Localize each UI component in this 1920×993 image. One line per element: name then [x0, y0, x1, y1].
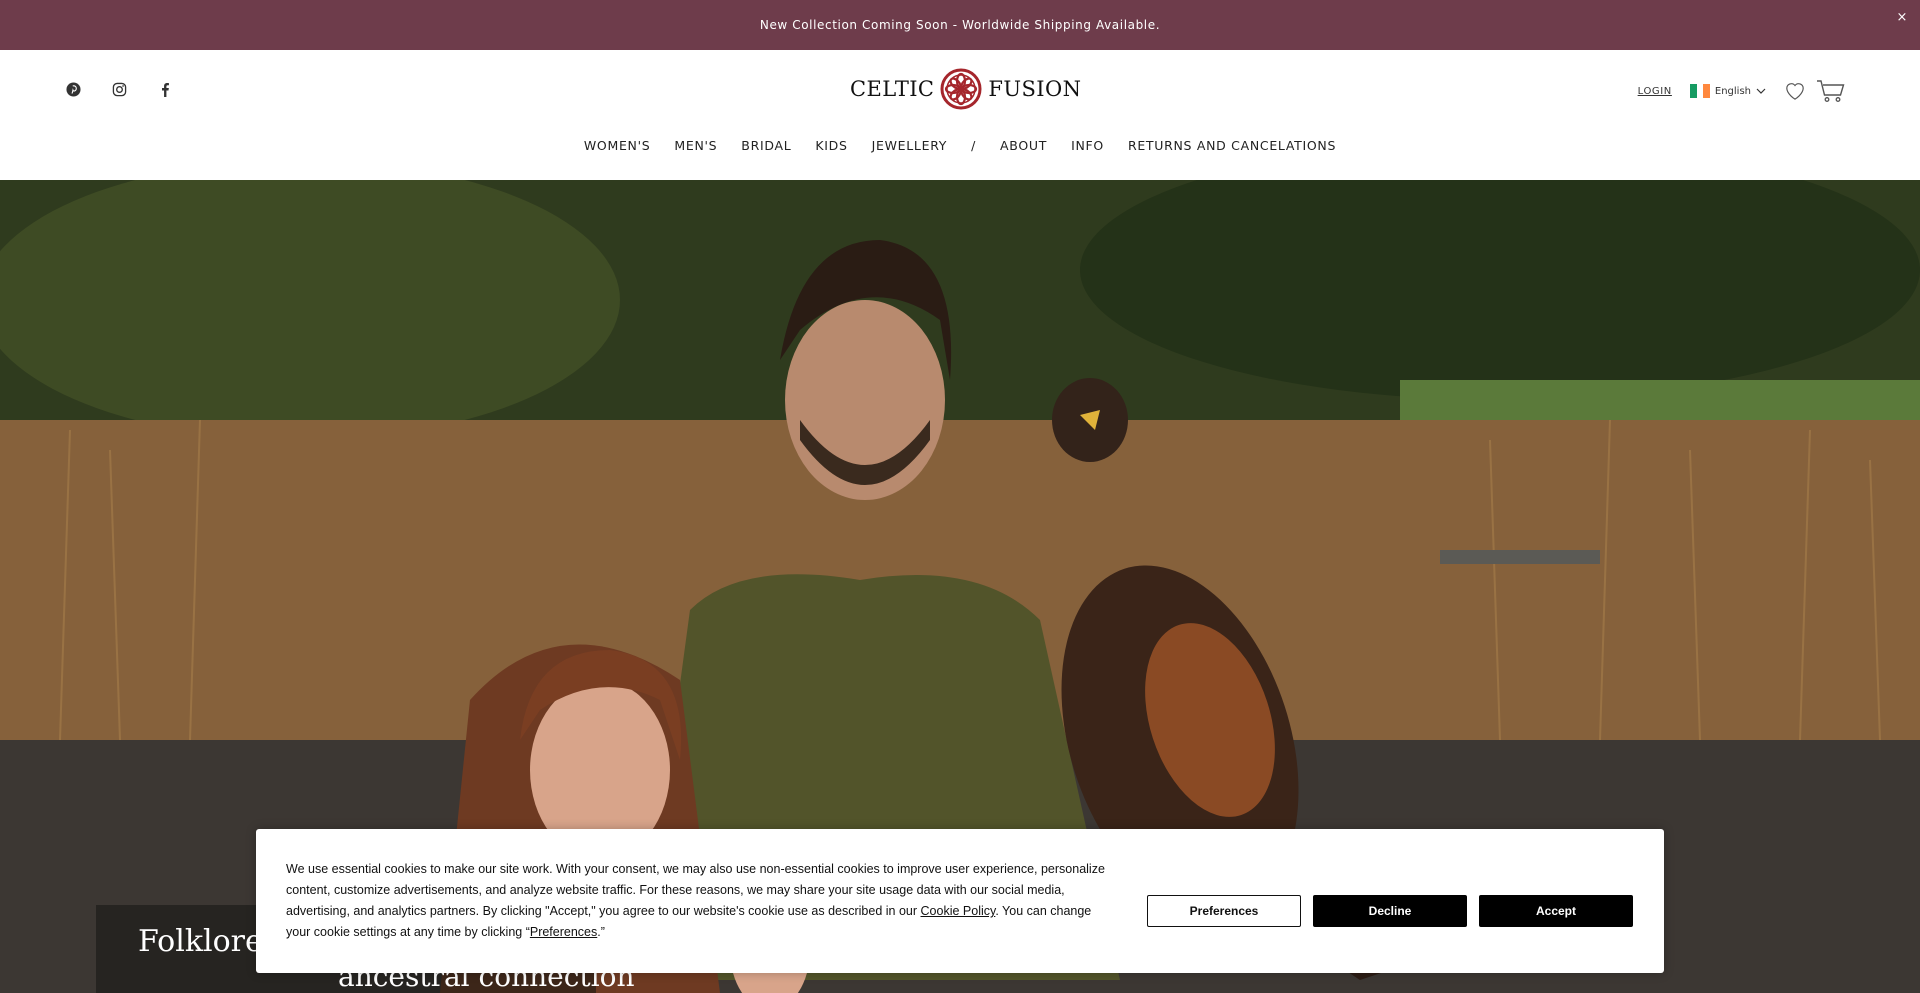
nav-separator: / [971, 138, 977, 153]
social-links [64, 80, 174, 98]
cookie-text: We use essential cookies to make our sit… [286, 859, 1116, 943]
announcement-bar: New Collection Coming Soon - Worldwide S… [0, 0, 1920, 50]
cart-icon[interactable] [1816, 79, 1846, 103]
celtic-knot-logo-icon [940, 68, 982, 110]
login-link[interactable]: LOGIN [1638, 86, 1672, 97]
cookie-banner: We use essential cookies to make our sit… [256, 829, 1664, 973]
nav-item-kids[interactable]: KIDS [803, 138, 859, 153]
nav-item-men-s[interactable]: MEN'S [662, 138, 729, 153]
header-utilities: LOGIN English [1638, 79, 1846, 103]
nav-item-jewellery[interactable]: JEWELLERY [860, 138, 960, 153]
ireland-flag-icon [1689, 84, 1710, 98]
nav-item-returns-and-cancelations[interactable]: RETURNS AND CANCELATIONS [1116, 138, 1348, 153]
cookie-text-part-3: .” [597, 925, 605, 939]
close-icon[interactable]: × [1897, 10, 1909, 25]
nav-item-women-s[interactable]: WOMEN'S [572, 138, 663, 153]
chevron-down-icon [1756, 88, 1766, 94]
preferences-button[interactable]: Preferences [1147, 895, 1301, 927]
logo-text-left: CELTIC [850, 77, 935, 101]
decline-button[interactable]: Decline [1313, 895, 1467, 927]
announcement-text: New Collection Coming Soon - Worldwide S… [759, 18, 1161, 32]
site-logo[interactable]: CELTIC FUSION [850, 68, 1081, 110]
preferences-link[interactable]: Preferences [530, 925, 597, 939]
cookie-policy-link[interactable]: Cookie Policy [921, 904, 996, 918]
pinterest-icon[interactable] [64, 80, 82, 98]
nav-item-bridal[interactable]: BRIDAL [729, 138, 803, 153]
language-selector[interactable]: English [1689, 84, 1766, 98]
logo-text-right: FUSION [988, 77, 1082, 101]
hero-title: Folklore [138, 924, 263, 959]
heart-icon[interactable] [1784, 81, 1806, 101]
facebook-icon[interactable] [156, 80, 174, 98]
instagram-icon[interactable] [110, 80, 128, 98]
site-header: CELTIC FUSION LOGIN English WOMEN'S MEN'… [0, 50, 1920, 180]
accept-button[interactable]: Accept [1479, 895, 1633, 927]
language-label: English [1714, 85, 1751, 97]
nav-item-about[interactable]: ABOUT [988, 138, 1059, 153]
main-nav: WOMEN'S MEN'S BRIDAL KIDS JEWELLERY / ABOUT INF… [0, 138, 1920, 153]
nav-item-info[interactable]: INFO [1059, 138, 1116, 153]
